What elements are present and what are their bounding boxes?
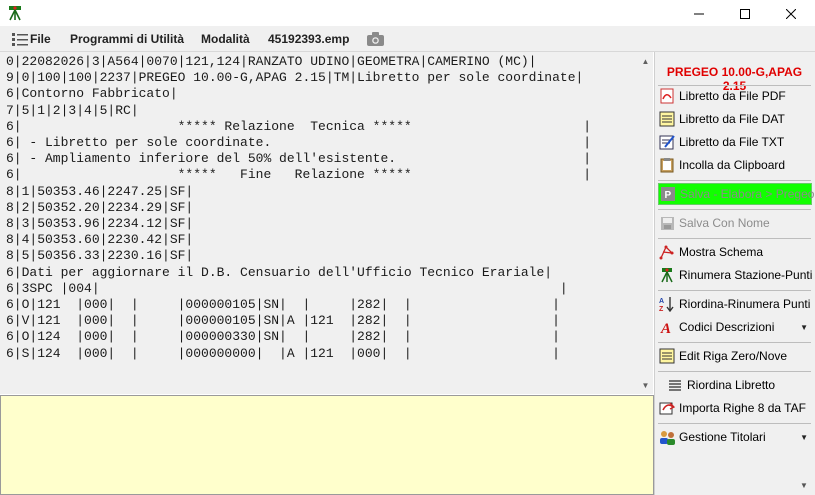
dat-file-icon: [658, 110, 676, 128]
list-icon: [666, 376, 684, 394]
camera-icon[interactable]: [367, 32, 384, 46]
svg-text:P: P: [665, 190, 672, 201]
separator: [658, 209, 811, 210]
separator: [658, 290, 811, 291]
clipboard-icon: [658, 156, 676, 174]
menu-mode[interactable]: Modalità: [201, 32, 250, 46]
scroll-up-icon[interactable]: ▲: [638, 54, 653, 68]
menu-bar: File Programmi di Utilità Modalità 45192…: [0, 27, 815, 52]
letter-a-icon: A: [658, 318, 676, 336]
renumber-station-label: Rinumera Stazione-Punti: [679, 268, 813, 282]
libretto-text[interactable]: 0|22082026|3|A564|0070|121,124|RANZATO U…: [6, 54, 591, 362]
import-rows-taf-label: Importa Righe 8 da TAF: [679, 401, 806, 415]
editor-vertical-scrollbar[interactable]: ▲ ▼: [638, 52, 653, 394]
libretto-line[interactable]: 6|Contorno Fabbricato|: [6, 86, 591, 102]
libretto-txt-label: Libretto da File TXT: [679, 135, 785, 149]
edit-row-zero-nine-label: Edit Riga Zero/Nove: [679, 349, 788, 363]
reorder-renumber-points-label: Riordina-Rinumera Punti: [679, 297, 811, 311]
libretto-line[interactable]: 6| ***** Fine Relazione ***** |: [6, 167, 591, 183]
save-elaborate-pregeo-button[interactable]: P Salva - Elabora > Pregeo: [658, 183, 815, 205]
surveyor-tripod-icon: [7, 5, 23, 21]
panel-scroll-down-icon[interactable]: ▼: [797, 481, 811, 493]
libretto-editor[interactable]: 0|22082026|3|A564|0070|121,124|RANZATO U…: [0, 52, 653, 394]
close-button[interactable]: [768, 0, 814, 27]
maximize-button[interactable]: [722, 0, 768, 27]
notes-textarea[interactable]: [0, 395, 654, 495]
file-menu-icon: [12, 33, 28, 46]
menu-file[interactable]: File: [30, 32, 51, 46]
reorder-renumber-points-button[interactable]: AZ Riordina-Rinumera Punti: [658, 293, 812, 315]
libretto-line[interactable]: 6| - Ampliamento inferiore del 50% dell'…: [6, 151, 591, 167]
libretto-line[interactable]: 9|0|100|100|2237|PREGEO 10.00-G,APAG 2.1…: [6, 70, 591, 86]
libretto-line[interactable]: 8|5|50356.33|2230.16|SF|: [6, 248, 591, 264]
libretto-line[interactable]: 8|2|50352.20|2234.29|SF|: [6, 200, 591, 216]
reorder-libretto-button[interactable]: Riordina Libretto: [658, 374, 812, 396]
separator: [658, 423, 811, 424]
svg-text:Z: Z: [659, 306, 664, 312]
txt-file-icon: [658, 133, 676, 151]
libretto-line[interactable]: 6|3SPC |004| |: [6, 281, 591, 297]
save-icon: [658, 214, 676, 232]
minimize-icon: [694, 13, 704, 14]
libretto-line[interactable]: 7|5|1|2|3|4|5|RC|: [6, 103, 591, 119]
libretto-line[interactable]: 0|22082026|3|A564|0070|121,124|RANZATO U…: [6, 54, 591, 70]
separator: [658, 371, 811, 372]
svg-text:A: A: [659, 298, 664, 305]
pdf-icon: [658, 87, 676, 105]
import-icon: [658, 399, 676, 417]
users-icon: [658, 428, 676, 446]
show-schema-label: Mostra Schema: [679, 245, 764, 259]
edit-row-zero-nine-button[interactable]: Edit Riga Zero/Nove: [658, 345, 812, 367]
manage-owners-button[interactable]: Gestione Titolari ▼: [658, 426, 812, 448]
station-icon: [658, 266, 676, 284]
description-codes-button[interactable]: A Codici Descrizioni ▼: [658, 316, 812, 338]
libretto-line[interactable]: 8|1|50353.46|2247.25|SF|: [6, 184, 591, 200]
sort-az-icon: AZ: [658, 295, 676, 313]
separator: [658, 180, 811, 181]
paste-clipboard-button[interactable]: Incolla da Clipboard: [658, 154, 812, 176]
libretto-txt-button[interactable]: Libretto da File TXT: [658, 131, 812, 153]
renumber-station-button[interactable]: Rinumera Stazione-Punti: [658, 264, 812, 286]
libretto-dat-label: Libretto da File DAT: [679, 112, 785, 126]
libretto-pdf-label: Libretto da File PDF: [679, 89, 786, 103]
libretto-line[interactable]: 8|4|50353.60|2230.42|SF|: [6, 232, 591, 248]
manage-owners-label: Gestione Titolari: [679, 430, 766, 444]
menu-filename[interactable]: 45192393.emp: [268, 32, 349, 46]
minimize-button[interactable]: [676, 0, 722, 27]
close-icon: [786, 8, 796, 19]
save-as-label: Salva Con Nome: [679, 216, 770, 230]
libretto-line[interactable]: 6|V|121 |000| | |000000105|SN|A |121 |28…: [6, 313, 591, 329]
paste-clipboard-label: Incolla da Clipboard: [679, 158, 786, 172]
libretto-dat-button[interactable]: Libretto da File DAT: [658, 108, 812, 130]
import-rows-taf-button[interactable]: Importa Righe 8 da TAF: [658, 397, 812, 419]
maximize-icon: [740, 8, 750, 19]
separator: [658, 342, 811, 343]
libretto-line[interactable]: 6|Dati per aggiornare il D.B. Censuario …: [6, 265, 591, 281]
show-schema-button[interactable]: Mostra Schema: [658, 241, 812, 263]
dropdown-caret-icon[interactable]: ▼: [800, 433, 808, 442]
libretto-line[interactable]: 6| ***** Relazione Tecnica ***** |: [6, 119, 591, 135]
save-elaborate-pregeo-label: Salva - Elabora > Pregeo: [680, 187, 815, 201]
libretto-line[interactable]: 6|O|124 |000| | |000000330|SN| | |282| |…: [6, 329, 591, 345]
libretto-line[interactable]: 6| - Libretto per sole coordinate. |: [6, 135, 591, 151]
reorder-libretto-label: Riordina Libretto: [687, 378, 776, 392]
dropdown-caret-icon[interactable]: ▼: [800, 323, 808, 332]
libretto-line[interactable]: 6|S|124 |000| | |000000000| |A |121 |000…: [6, 346, 591, 362]
pregeo-icon: P: [659, 185, 677, 203]
edit-row-icon: [658, 347, 676, 365]
svg-text:A: A: [660, 321, 671, 335]
libretto-pdf-button[interactable]: Libretto da File PDF: [658, 85, 812, 107]
scroll-down-icon[interactable]: ▼: [638, 378, 653, 392]
description-codes-label: Codici Descrizioni: [679, 320, 775, 334]
title-bar: [0, 0, 815, 27]
menu-utilities[interactable]: Programmi di Utilità: [70, 32, 184, 46]
schema-icon: [658, 243, 676, 261]
libretto-line[interactable]: 8|3|50353.96|2234.12|SF|: [6, 216, 591, 232]
command-panel: PREGEO 10.00-G,APAG 2.15 Libretto da Fil…: [654, 52, 815, 495]
save-as-button[interactable]: Salva Con Nome: [658, 212, 812, 234]
separator: [658, 238, 811, 239]
libretto-line[interactable]: 6|O|121 |000| | |000000105|SN| | |282| |…: [6, 297, 591, 313]
